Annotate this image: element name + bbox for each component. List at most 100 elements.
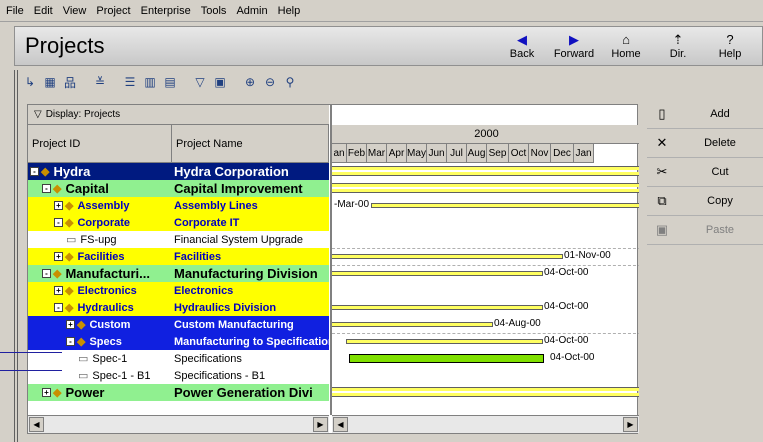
month-sep: Sep [487, 144, 509, 162]
projects-panel: ▽ Display: Projects Project ID Project N… [27, 104, 639, 434]
project-id: Assembly [77, 199, 130, 212]
help-button[interactable]: ? Help [704, 28, 756, 64]
project-id: Facilities [77, 250, 125, 263]
gantt-summary-bar[interactable] [332, 271, 543, 276]
nav-button-label: Back [509, 48, 535, 60]
gantt-summary-bar[interactable] [332, 184, 639, 192]
menu-item-edit[interactable]: Edit [34, 5, 53, 17]
back-button[interactable]: ◀ Back [496, 28, 548, 64]
expand-icon[interactable]: + [54, 286, 63, 295]
filter-list-icon[interactable]: ≚ [92, 74, 108, 90]
right-horizontal-scrollbar[interactable]: ◀ ▶ [332, 415, 639, 433]
layout-icon[interactable]: ▣ [212, 74, 228, 90]
expand-icon[interactable]: + [66, 320, 75, 329]
dir-button[interactable]: ⇡ Dir. [652, 28, 704, 64]
collapse-icon[interactable]: - [30, 167, 39, 176]
menu-item-help[interactable]: Help [278, 5, 301, 17]
menu-item-enterprise[interactable]: Enterprise [141, 5, 191, 17]
table-row[interactable]: + ◆ Assembly Assembly Lines [28, 197, 329, 214]
copy-icon: ⧉ [657, 193, 667, 208]
project-id: Electronics [77, 284, 137, 297]
zoom-out-icon[interactable]: ⊖ [262, 74, 278, 90]
project-name: Capital Improvement [174, 181, 303, 196]
project-id-cell: ▭ Spec-1 [28, 352, 172, 366]
help-icon: ? [726, 32, 734, 47]
project-diamond-icon: ◆ [41, 166, 50, 178]
hierarchy-icon[interactable]: 品 [62, 74, 78, 90]
gantt-summary-bar[interactable] [332, 322, 493, 327]
grid-icon[interactable]: ▦ [42, 74, 58, 90]
nav-button-label: Forward [553, 48, 595, 60]
menu-item-file[interactable]: File [6, 5, 24, 17]
scroll-left-icon[interactable]: ◀ [333, 417, 348, 432]
gantt-summary-bar[interactable] [332, 167, 639, 175]
expand-icon[interactable]: + [42, 388, 51, 397]
collapse-icon[interactable]: - [66, 337, 75, 346]
scroll-left-icon[interactable]: ◀ [29, 417, 44, 432]
table-row[interactable]: - ◆ Capital Capital Improvement [28, 180, 329, 197]
forward-button[interactable]: ▶ Forward [548, 28, 600, 64]
expand-icon[interactable]: + [54, 252, 63, 261]
month-dec: Dec [551, 144, 574, 162]
table-row[interactable]: - ◆ Manufacturi... Manufacturing Division [28, 265, 329, 282]
gantt-summary-bar[interactable] [371, 203, 639, 208]
project-name: Electronics [174, 284, 234, 297]
project-id: Spec-1 [92, 352, 128, 365]
home-button[interactable]: ⌂ Home [600, 28, 652, 64]
table-row[interactable]: + ◆ Power Power Generation Divi [28, 384, 329, 401]
column-header-project-id[interactable]: Project ID [28, 125, 172, 163]
project-diamond-icon: ◆ [53, 183, 62, 195]
project-id: Corporate [77, 216, 131, 229]
filter-icon[interactable]: ▽ [192, 74, 208, 90]
project-name: Corporate IT [174, 216, 240, 229]
menu-item-admin[interactable]: Admin [236, 5, 267, 17]
month-nov: Nov [529, 144, 551, 162]
project-diamond-icon: ◆ [53, 387, 62, 399]
scroll-right-icon[interactable]: ▶ [623, 417, 638, 432]
table-row[interactable]: - ◆ Corporate Corporate IT [28, 214, 329, 231]
collapse-icon[interactable]: - [54, 218, 63, 227]
gantt-summary-bar[interactable] [332, 254, 563, 259]
nav-button-label: Home [611, 48, 641, 60]
find-icon[interactable]: ⚲ [282, 74, 298, 90]
table-row[interactable]: + ◆ Electronics Electronics [28, 282, 329, 299]
display-selector[interactable]: ▽ Display: Projects [28, 105, 329, 125]
zoom-in-icon[interactable]: ⊕ [242, 74, 258, 90]
add-button[interactable]: ▯ Add [647, 100, 763, 129]
delete-button[interactable]: ✕ Delete [647, 129, 763, 158]
header-bar: Projects ◀ Back ▶ Forward ⌂ Home ⇡ Dir.? Help [14, 26, 763, 66]
gantt-task-bar[interactable] [349, 354, 544, 363]
left-horizontal-scrollbar[interactable]: ◀ ▶ [28, 415, 329, 433]
menu-item-project[interactable]: Project [96, 5, 130, 17]
table-row[interactable]: - ◆ Hydra Hydra Corporation [28, 163, 329, 180]
gantt-summary-bar[interactable] [346, 339, 543, 344]
table-row[interactable]: ▭ Spec-1 Specifications [28, 350, 329, 367]
collapse-icon[interactable]: - [42, 269, 51, 278]
table-row[interactable]: ▭ FS-upg Financial System Upgrade [28, 231, 329, 248]
add-icon: ▯ [658, 106, 666, 121]
table-row[interactable]: + ◆ Custom Custom Manufacturing [28, 316, 329, 333]
gantt-summary-bar[interactable] [332, 388, 639, 396]
cut-button[interactable]: ✂ Cut [647, 158, 763, 187]
column-header-project-name[interactable]: Project Name [172, 125, 329, 163]
table-row[interactable]: - ◆ Specs Manufacturing to Specifications [28, 333, 329, 350]
project-diamond-icon: ◆ [65, 251, 74, 263]
table-row[interactable]: - ◆ Hydraulics Hydraulics Division [28, 299, 329, 316]
scroll-right-icon[interactable]: ▶ [313, 417, 328, 432]
table-row[interactable]: ▭ Spec-1 - B1 Specifications - B1 [28, 367, 329, 384]
project-id: Specs [89, 335, 122, 348]
columns-icon[interactable]: ☰ [122, 74, 138, 90]
gantt-summary-bar[interactable] [332, 305, 543, 310]
indent-icon[interactable]: ↳ [22, 74, 38, 90]
copy-button[interactable]: ⧉ Copy [647, 187, 763, 216]
gantt-year-header: 2000 [332, 125, 639, 144]
table-icon[interactable]: ▤ [162, 74, 178, 90]
collapse-icon[interactable]: - [42, 184, 51, 193]
chart-icon[interactable]: ▥ [142, 74, 158, 90]
menu-item-tools[interactable]: Tools [201, 5, 227, 17]
menu-item-view[interactable]: View [63, 5, 87, 17]
project-name: Hydra Corporation [174, 164, 289, 179]
table-row[interactable]: + ◆ Facilities Facilities [28, 248, 329, 265]
collapse-icon[interactable]: - [54, 303, 63, 312]
expand-icon[interactable]: + [54, 201, 63, 210]
